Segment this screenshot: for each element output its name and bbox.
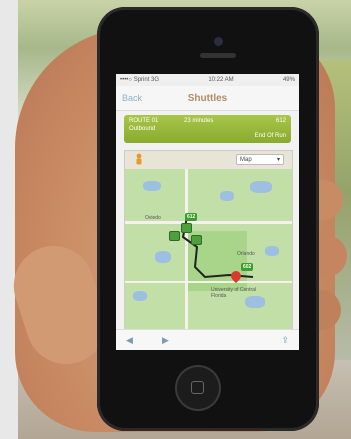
smartphone: ••••○ Sprint 3G 10:22 AM 49% Back Shuttl… (97, 7, 319, 431)
person-icon[interactable] (133, 153, 145, 167)
arrival-time: 23 minutes (184, 118, 214, 124)
route-map[interactable]: 612 602 Oviedo Orlando University of Cen… (124, 150, 293, 330)
status-bar: ••••○ Sprint 3G 10:22 AM 49% (116, 74, 299, 86)
vehicle-number: 612 (275, 118, 286, 124)
bottom-toolbar: ◀ ▶ ⇪ (116, 329, 299, 350)
route-direction: Outbound (129, 126, 156, 132)
earpiece-speaker (200, 53, 236, 58)
map-type-value: Map (240, 156, 252, 163)
map-toolbar: Map ▾ (125, 151, 292, 169)
home-square-icon (191, 381, 204, 394)
stop-badge[interactable]: 612 (185, 213, 198, 221)
phone-screen: ••••○ Sprint 3G 10:22 AM 49% Back Shuttl… (116, 74, 299, 350)
route-path (181, 216, 254, 279)
map-label: University of Central Florida (211, 287, 257, 299)
share-icon[interactable]: ⇪ (281, 335, 289, 346)
carrier-signal: ••••○ Sprint 3G (120, 77, 160, 83)
map-label: Oviedo (145, 215, 161, 221)
map-type-select[interactable]: Map ▾ (236, 154, 284, 165)
bus-marker[interactable] (191, 235, 202, 245)
photo-scene: ••••○ Sprint 3G 10:22 AM 49% Back Shuttl… (0, 0, 351, 439)
forward-arrow-icon[interactable]: ▶ (162, 335, 169, 346)
front-camera (214, 37, 223, 46)
home-button[interactable] (175, 365, 221, 411)
chevron-down-icon: ▾ (276, 157, 280, 163)
stop-badge[interactable]: 602 (241, 263, 254, 271)
bus-marker[interactable] (181, 223, 192, 233)
end-of-run-label: End Of Run (254, 133, 286, 139)
page-title: Shuttles (187, 92, 228, 104)
route-card[interactable]: ROUTE 01 Outbound 23 minutes 612 End Of … (124, 115, 291, 143)
navigation-bar: Back Shuttles (116, 86, 299, 111)
battery-level: 49% (282, 77, 295, 83)
map-label: Orlando (237, 251, 255, 257)
route-name: ROUTE 01 (129, 118, 159, 124)
bus-marker[interactable] (169, 231, 180, 241)
clock: 10:22 AM (208, 77, 234, 83)
back-arrow-icon[interactable]: ◀ (126, 335, 133, 346)
